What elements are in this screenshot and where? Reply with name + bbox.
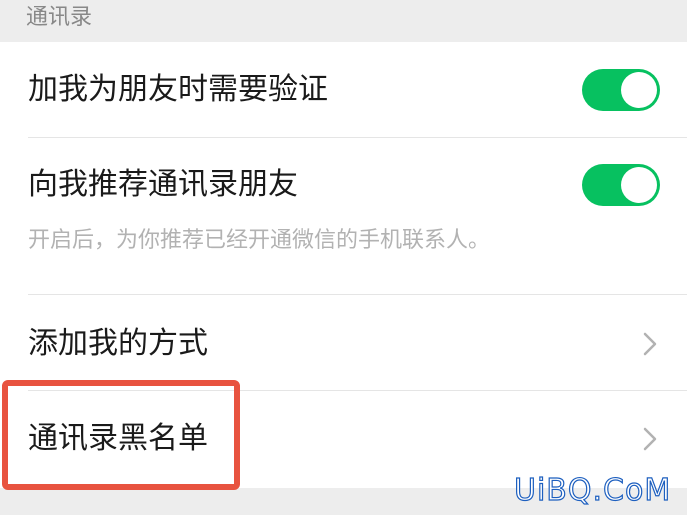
- chevron-right-icon: [643, 427, 657, 451]
- setting-row-recommend-contacts[interactable]: 向我推荐通讯录朋友 开启后，为你推荐已经开通微信的手机联系人。: [0, 138, 687, 295]
- watermark: UiBQ.CoM: [513, 473, 672, 508]
- toggle-knob: [621, 167, 657, 203]
- section-header: 通讯录: [0, 0, 687, 42]
- setting-label: 向我推荐通讯录朋友: [28, 167, 298, 202]
- setting-description: 开启后，为你推荐已经开通微信的手机联系人。: [28, 228, 491, 253]
- friend-verification-toggle[interactable]: [582, 69, 660, 111]
- setting-row-friend-verification[interactable]: 加我为朋友时需要验证: [0, 42, 687, 138]
- setting-row-add-me-methods[interactable]: 添加我的方式: [0, 295, 687, 391]
- recommend-contacts-toggle[interactable]: [582, 164, 660, 206]
- section-header-label: 通讯录: [26, 5, 93, 30]
- setting-label: 添加我的方式: [28, 326, 208, 361]
- toggle-knob: [621, 72, 657, 108]
- setting-label: 加我为朋友时需要验证: [28, 72, 328, 107]
- chevron-right-icon: [643, 332, 657, 356]
- setting-label: 通讯录黑名单: [28, 421, 208, 456]
- settings-card: 加我为朋友时需要验证 向我推荐通讯录朋友 开启后，为你推荐已经开通微信的手机联系…: [0, 42, 687, 488]
